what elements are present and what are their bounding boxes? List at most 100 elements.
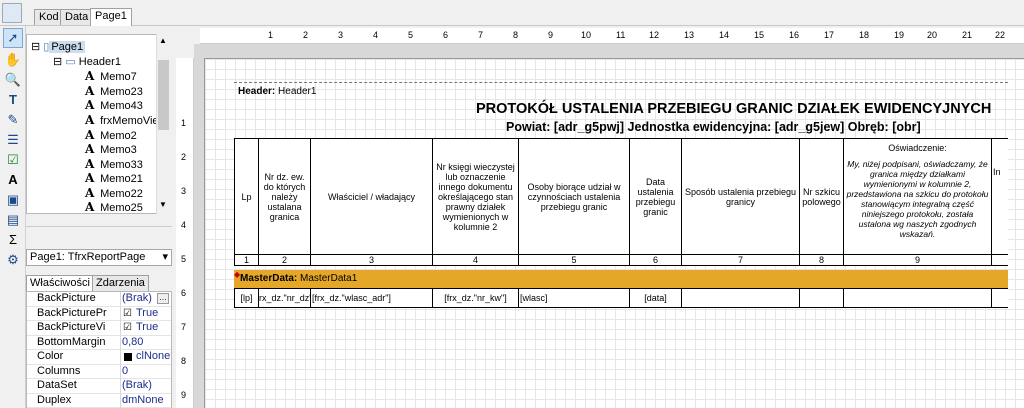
- column-number[interactable]: 6: [629, 254, 681, 266]
- column-header-sposob[interactable]: Sposób ustalenia przebiegu granicy: [681, 138, 799, 254]
- column-header-wlasciciel[interactable]: Właściciel / władający: [310, 138, 432, 254]
- band-icon[interactable]: ☰: [3, 130, 23, 150]
- tree-item-memo[interactable]: A Memo33: [85, 157, 143, 171]
- object-inspector: BackPicture (Brak) … BackPicturePr ☑ Tru…: [26, 291, 172, 408]
- data-cell-nr-dz[interactable]: [frx_dz."nr_dz"]: [258, 288, 310, 308]
- tree-item-memo[interactable]: A Memo3: [85, 142, 137, 156]
- property-row[interactable]: BottomMargin 0,80: [27, 335, 171, 350]
- column-number[interactable]: 5: [518, 254, 629, 266]
- panel-splitter[interactable]: [26, 226, 172, 232]
- wizard-icon[interactable]: ⚙: [3, 250, 23, 270]
- tree-item-memo[interactable]: A Memo2: [85, 128, 137, 142]
- tree-item-memo[interactable]: A Memo7: [85, 69, 137, 83]
- data-cell-nr-szkicu[interactable]: [799, 288, 843, 308]
- memo-glyph-icon: A: [85, 128, 95, 142]
- collapse-icon[interactable]: ⊟: [31, 41, 40, 53]
- tree-item-page1[interactable]: ⊟ ▯ Page1: [31, 40, 86, 54]
- chevron-down-icon[interactable]: ▾: [162, 250, 168, 265]
- pointer-icon[interactable]: ➚: [3, 28, 23, 48]
- data-cell-nr-kw[interactable]: [frx_dz."nr_kw"]: [432, 288, 518, 308]
- tree-item-memo[interactable]: A frxMemoView: [85, 113, 167, 127]
- data-cell-wlasc[interactable]: [wlasc]: [518, 288, 629, 308]
- report-subtitle[interactable]: Powiat: [adr_g5pwj] Jednostka ewidencyjn…: [506, 120, 921, 134]
- memo-glyph-icon: A: [85, 98, 95, 112]
- data-cell-sposob[interactable]: [681, 288, 799, 308]
- memo-glyph-icon: A: [85, 186, 95, 200]
- collapse-icon[interactable]: ⊟: [53, 56, 62, 68]
- hand-icon[interactable]: ✋: [3, 50, 23, 70]
- inspector-tabs: Właściwości Zdarzenia: [26, 275, 172, 291]
- tree-item-header1[interactable]: ⊟ ▭ Header1: [53, 55, 121, 69]
- tab-events[interactable]: Zdarzenia: [92, 275, 149, 291]
- tree-item-memo[interactable]: A Memo23: [85, 84, 143, 98]
- picture-icon[interactable]: ▣: [3, 190, 23, 210]
- checkbox-icon[interactable]: ☑: [123, 308, 132, 319]
- memo-glyph-icon: A: [85, 157, 95, 171]
- column-number[interactable]: 1: [234, 254, 258, 266]
- column-header-partial[interactable]: In: [991, 138, 1008, 254]
- column-number[interactable]: 8: [799, 254, 843, 266]
- tab-bar: Kod Data Page1: [0, 0, 1024, 26]
- property-row[interactable]: BackPictureVi ☑ True: [27, 321, 171, 336]
- tab-properties[interactable]: Właściwości: [26, 275, 94, 291]
- memo-glyph-icon: A: [85, 171, 95, 185]
- property-row[interactable]: BackPicturePr ☑ True: [27, 306, 171, 321]
- property-row[interactable]: BackPicture (Brak) …: [27, 292, 171, 307]
- sum-icon[interactable]: Σ: [3, 230, 23, 250]
- column-header-nr-szkicu[interactable]: Nr szkicu polowego: [799, 138, 843, 254]
- scroll-thumb[interactable]: [158, 60, 169, 130]
- object-selector[interactable]: Page1: TfrxReportPage ▾: [26, 249, 172, 266]
- tree-item-memo[interactable]: A Memo43: [85, 98, 143, 112]
- column-number[interactable]: 4: [432, 254, 518, 266]
- column-number[interactable]: 7: [681, 254, 799, 266]
- paint-icon[interactable]: ✎: [3, 110, 23, 130]
- band-border: [234, 82, 1008, 83]
- checkbox-icon[interactable]: ☑: [123, 322, 132, 333]
- data-cell-partial[interactable]: [991, 288, 1008, 308]
- column-header-osoby[interactable]: Osoby biorące udział w czynnościach usta…: [518, 138, 629, 254]
- property-row[interactable]: Columns 0: [27, 364, 171, 379]
- tree-scrollbar[interactable]: ▲ ▼: [156, 34, 170, 214]
- column-header-oswiadczenie[interactable]: Oświadczenie: My, niżej podpisani, oświa…: [843, 138, 991, 254]
- checkbox-icon[interactable]: ☑: [3, 150, 23, 170]
- property-row[interactable]: DataSet (Brak): [27, 379, 171, 394]
- tab-page1[interactable]: Page1: [90, 8, 132, 26]
- memo-glyph-icon: A: [85, 142, 95, 156]
- subreport-icon[interactable]: ▤: [3, 210, 23, 230]
- tree-item-memo[interactable]: A Memo22: [85, 186, 143, 200]
- tree-item-memo[interactable]: A Memo21: [85, 171, 143, 185]
- data-cell-oswiadczenie[interactable]: [843, 288, 991, 308]
- property-row[interactable]: Duplex dmNone: [27, 393, 171, 408]
- scroll-down-icon[interactable]: ▼: [159, 200, 167, 209]
- tab-data[interactable]: Data: [60, 9, 94, 25]
- report-title[interactable]: PROTOKÓŁ USTALENIA PRZEBIEGU GRANIC DZIA…: [476, 101, 991, 117]
- data-cell-data[interactable]: [data]: [629, 288, 681, 308]
- data-cell-wlasc-adr[interactable]: [frx_dz."wlasc_adr"]: [310, 288, 432, 308]
- column-number[interactable]: 3: [310, 254, 432, 266]
- property-row[interactable]: Color clNone: [27, 350, 171, 365]
- declaration-text: My, niżej podpisani, oświadczamy, że gra…: [846, 159, 989, 239]
- column-number[interactable]: [991, 254, 1008, 266]
- menu-grid-button[interactable]: [2, 3, 22, 23]
- data-cell-lp[interactable]: [lp]: [234, 288, 258, 308]
- memo-glyph-icon: A: [85, 69, 95, 83]
- zoom-icon[interactable]: 🔍: [3, 70, 23, 90]
- ellipsis-button[interactable]: …: [157, 293, 169, 304]
- scroll-up-icon[interactable]: ▲: [159, 36, 167, 45]
- memo-glyph-icon: A: [85, 113, 95, 127]
- memo-glyph-icon: A: [85, 84, 95, 98]
- header-band-label[interactable]: Header: Header1: [238, 86, 316, 97]
- column-header-nr-ksiegi[interactable]: Nr księgi wieczystej lub oznaczenie inne…: [432, 138, 518, 254]
- masterdata-band[interactable]: ◆ MasterData: MasterData1: [234, 270, 1008, 288]
- text-tool-icon[interactable]: T: [3, 90, 23, 110]
- column-number[interactable]: 2: [258, 254, 310, 266]
- band-icon: ▭: [65, 56, 76, 68]
- column-number[interactable]: 9: [843, 254, 991, 266]
- memo-icon[interactable]: A: [3, 170, 23, 190]
- column-header-lp[interactable]: Lp: [234, 138, 258, 254]
- vertical-ruler: 1 2 3 4 5 6 7 8 9: [176, 58, 194, 408]
- column-header-data[interactable]: Data ustalenia przebiegu granic: [629, 138, 681, 254]
- tree-item-memo[interactable]: A Memo25: [85, 200, 143, 213]
- tools-toolbar: ➚ ✋ 🔍 T ✎ ☰ ☑ A ▣ ▤ Σ ⚙: [0, 26, 26, 408]
- column-header-nr-dz[interactable]: Nr dz. ew. do których należy ustalana gr…: [258, 138, 310, 254]
